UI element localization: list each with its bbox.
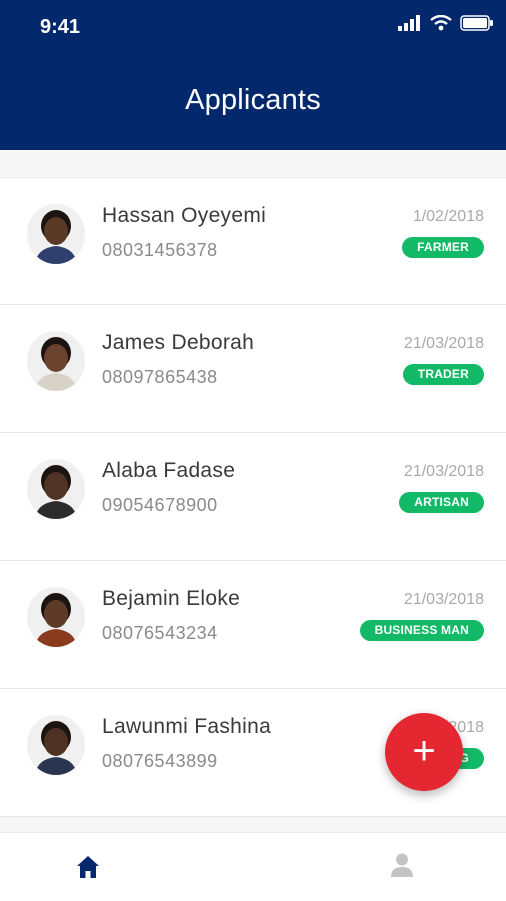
bottom-nav [0,832,506,901]
avatar-portrait [27,331,85,391]
applicant-row[interactable]: Alaba Fadase 09054678900 21/03/2018 ARTISAN [0,433,506,561]
status-bar: 9:41 [0,0,506,52]
page-title: Applicants [185,84,321,116]
applicant-name: Lawunmi Fashina [102,715,272,738]
applicant-name: Bejamin Eloke [102,587,241,610]
applicant-name: Hassan Oyeyemi [102,204,267,227]
applicant-name: James Deborah [102,331,255,354]
occupation-badge: ARTISAN [399,492,484,513]
applicant-row[interactable]: Hassan Oyeyemi 08031456378 1/02/2018 FARMER [0,177,506,305]
applicant-phone: 08076543899 [102,751,218,771]
home-icon [77,856,99,878]
status-icons [398,12,494,34]
wifi-icon [430,15,452,31]
applicant-date: 1/02/2018 [412,208,484,225]
avatar [27,715,85,775]
plus-icon: + [412,728,436,773]
signal-icon [398,15,420,31]
avatar-portrait [27,204,85,264]
applicant-phone: 08031456378 [102,240,218,260]
status-time: 9:41 [40,16,81,38]
nav-home[interactable] [74,853,102,881]
applicant-date: 21/03/2018 [403,591,484,608]
add-applicant-button[interactable]: + [385,713,463,791]
applicant-row[interactable]: James Deborah 08097865438 21/03/2018 TRADER [0,305,506,433]
occupation-badge: BUSINESS MAN [359,620,484,641]
applicant-phone: 09054678900 [102,495,218,515]
avatar [27,331,85,391]
applicant-phone: 08097865438 [102,367,218,387]
applicant-date: 21/03/2018 [403,335,484,352]
avatar [27,587,85,647]
applicant-phone: 08076543234 [102,623,218,643]
nav-profile[interactable] [388,851,416,879]
person-icon [391,853,413,877]
applicant-date: 21/03/2018 [403,463,484,480]
avatar-portrait [27,715,85,775]
occupation-badge: TRADER [402,364,484,385]
applicant-name: Alaba Fadase [102,459,236,482]
avatar [27,459,85,519]
avatar-portrait [27,587,85,647]
avatar-portrait [27,459,85,519]
applicant-row[interactable]: Bejamin Eloke 08076543234 21/03/2018 BUSINE… [0,561,506,689]
battery-icon [460,15,493,31]
occupation-badge: FARMER [402,237,484,258]
avatar [27,204,85,264]
app-header: 9:41 Applicants [0,0,506,150]
